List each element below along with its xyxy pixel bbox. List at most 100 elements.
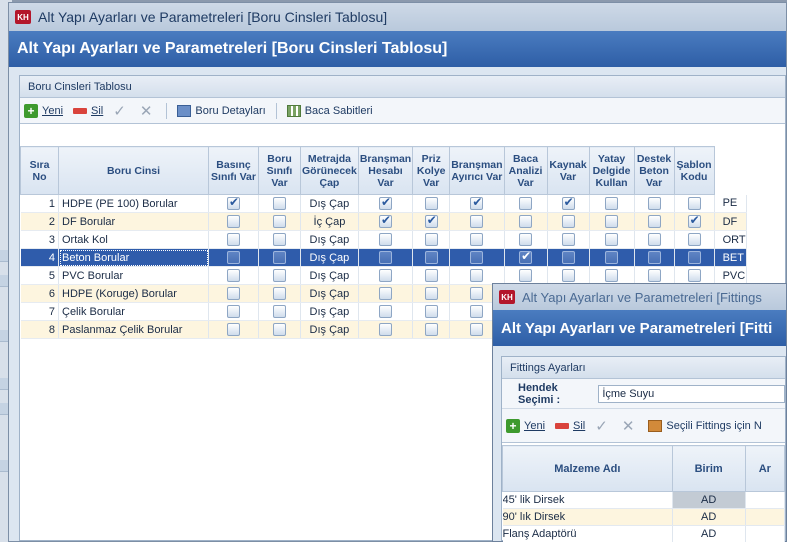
pipe-name-cell[interactable]: Beton Borular [58,248,209,267]
row-number-cell[interactable]: 3 [20,230,59,249]
checkbox[interactable] [379,323,393,336]
checkbox[interactable] [470,215,484,228]
checkbox[interactable] [379,251,393,264]
column-header[interactable]: Şablon Kodu [673,146,715,195]
column-header[interactable]: Malzeme Adı [502,445,673,492]
checkbox[interactable] [687,269,701,282]
checkbox[interactable] [424,251,438,264]
table-row[interactable]: 1HDPE (PE 100) Borular Dış Çap PE [20,194,747,213]
cancel-button[interactable]: ✕ [140,102,157,120]
checkbox[interactable] [227,233,240,246]
column-header[interactable]: Ar [744,445,786,492]
column-header[interactable]: Birim [671,445,746,492]
row-number-cell[interactable]: 4 [20,248,59,267]
column-header[interactable]: Priz Kolye Var [412,146,451,195]
column-header[interactable]: Metrajda Görünecek Çap [300,146,359,195]
window-titlebar[interactable]: KH Alt Yapı Ayarları ve Parametreleri [F… [493,284,786,310]
checkbox-cell[interactable] [449,248,505,267]
save-button[interactable]: ✓ [113,102,130,120]
pipe-name-cell[interactable]: HDPE (Koruge) Borular [58,284,209,303]
checkbox[interactable] [424,233,438,246]
checkbox[interactable] [379,195,393,210]
diameter-type-cell[interactable]: Dış Çap [300,230,359,249]
row-number-cell[interactable]: 8 [20,320,59,339]
checkbox[interactable] [647,233,661,246]
checkbox-cell[interactable] [358,230,414,249]
checkbox-cell[interactable] [634,248,675,267]
checkbox-cell[interactable] [258,302,301,321]
checkbox[interactable] [379,287,393,300]
pipe-name-cell[interactable]: Paslanmaz Çelik Borular [58,320,209,339]
checkbox[interactable] [687,251,701,264]
checkbox-cell[interactable] [258,266,301,285]
checkbox-cell[interactable] [547,212,590,231]
checkbox[interactable] [647,197,661,210]
checkbox[interactable] [227,269,240,282]
diameter-type-cell[interactable]: Dış Çap [300,266,359,285]
checkbox[interactable] [519,249,533,264]
material-name-cell[interactable]: Flanş Adaptörü [502,525,673,542]
checkbox-cell[interactable] [504,248,548,267]
material-name-cell[interactable]: 90' lık Dirsek [502,508,673,526]
row-number-cell[interactable]: 5 [20,266,59,285]
row-number-cell[interactable]: 7 [20,302,59,321]
checkbox[interactable] [273,269,286,282]
template-code-cell[interactable]: BET [714,248,747,267]
table-row[interactable]: 3 Ortak Kol Dış Çap ORT [20,230,747,249]
save-button[interactable]: ✓ [595,417,612,435]
column-header[interactable]: Branşman Ayırıcı Var [449,146,505,195]
delete-button[interactable]: Sil [555,420,585,432]
checkbox[interactable] [227,287,240,300]
checkbox[interactable] [561,251,575,264]
unit-cell[interactable]: AD [672,525,746,542]
checkbox-cell[interactable] [258,320,301,339]
column-header[interactable]: Boru Cinsi [58,146,209,195]
row-number-cell[interactable]: 6 [20,284,59,303]
checkbox-cell[interactable] [589,266,635,285]
new-button[interactable]: + Yeni [506,418,545,433]
column-header[interactable]: Kaynak Var [546,146,590,195]
checkbox[interactable] [647,269,661,282]
table-row[interactable]: 2DF Borular İç Çap DF [20,212,747,231]
checkbox-cell[interactable] [358,266,414,285]
checkbox[interactable] [519,269,533,282]
material-name-cell[interactable]: 45' lik Dirsek [502,491,673,509]
checkbox[interactable] [605,197,619,210]
checkbox[interactable] [273,251,286,264]
checkbox[interactable] [227,195,240,210]
pipe-name-cell[interactable]: PVC Borular [58,266,209,285]
checkbox-cell[interactable] [547,266,590,285]
checkbox-cell[interactable] [674,266,715,285]
checkbox[interactable] [227,251,240,264]
checkbox[interactable] [470,195,484,210]
checkbox-cell[interactable] [258,194,301,213]
checkbox-cell[interactable] [589,194,635,213]
checkbox-cell[interactable] [674,248,715,267]
checkbox-cell[interactable] [589,248,635,267]
template-code-cell[interactable]: ORT [714,230,747,249]
baca-constants-button[interactable]: Baca Sabitleri [286,104,373,117]
diameter-type-cell[interactable]: Dış Çap [300,194,359,213]
unit-cell[interactable]: AD [672,491,746,509]
checkbox[interactable] [424,269,438,282]
table-row[interactable]: 45' lik Dirsek AD [502,491,786,509]
checkbox-cell[interactable] [449,266,505,285]
template-code-cell[interactable]: PE [714,194,747,213]
checkbox[interactable] [647,215,661,228]
checkbox-cell[interactable] [674,212,715,231]
checkbox[interactable] [424,213,438,228]
checkbox-cell[interactable] [634,212,675,231]
checkbox-cell[interactable] [547,194,590,213]
checkbox-cell[interactable] [258,248,301,267]
checkbox[interactable] [424,305,438,318]
checkbox[interactable] [273,287,286,300]
checkbox[interactable] [424,323,438,336]
checkbox-cell[interactable] [208,266,259,285]
checkbox[interactable] [470,323,484,336]
checkbox[interactable] [605,215,619,228]
checkbox-cell[interactable] [208,284,259,303]
checkbox-cell[interactable] [449,194,505,213]
pipe-name-cell[interactable]: Ortak Kol [58,230,209,249]
checkbox-cell[interactable] [358,194,414,213]
checkbox[interactable] [519,197,533,210]
